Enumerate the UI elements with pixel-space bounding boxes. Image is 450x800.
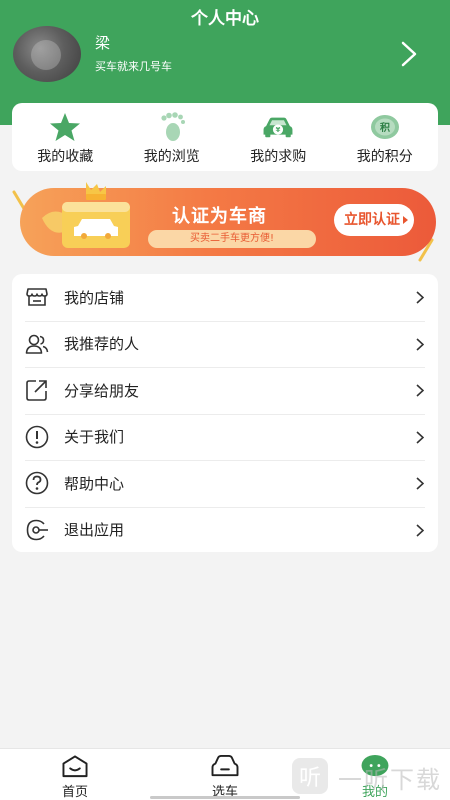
- menu-label: 我推荐的人: [64, 335, 140, 354]
- menu-label: 我的店铺: [64, 288, 125, 307]
- banner-title: 认证为车商: [172, 206, 267, 227]
- user-slogan: 买车就来几号车: [95, 60, 172, 73]
- star-icon: [50, 113, 81, 141]
- quick-label: 我的求购: [250, 149, 307, 165]
- quick-item-wanted[interactable]: ¥ 我的求购: [225, 103, 332, 171]
- chevron-right-icon: [416, 384, 424, 397]
- quick-label: 我的浏览: [143, 149, 200, 165]
- tab-label: 我的: [361, 785, 388, 800]
- profile-icon: [361, 754, 389, 777]
- certify-button[interactable]: 立即认证: [334, 204, 414, 236]
- car-front-icon: [211, 754, 239, 777]
- crowned-car-box-icon: [42, 182, 130, 248]
- menu-label: 退出应用: [64, 521, 125, 540]
- tab-label: 首页: [61, 785, 88, 800]
- chevron-right-icon[interactable]: [398, 40, 420, 68]
- tab-choose-car[interactable]: 选车: [150, 749, 300, 800]
- footprint-icon: [161, 112, 185, 141]
- help-icon: [25, 471, 49, 495]
- bottom-tab-bar: 首页 选车 我的: [0, 748, 450, 800]
- people-icon: [25, 334, 49, 354]
- logout-icon: [26, 519, 48, 540]
- car-yen-icon: ¥: [263, 117, 293, 138]
- chevron-right-icon: [416, 477, 424, 490]
- menu-list: 我的店铺 我推荐的人 分享给朋友 关于我们 帮助中心 退出应用: [12, 274, 438, 552]
- chevron-right-icon: [416, 523, 424, 537]
- quick-actions-card: 我的收藏 我的浏览 ¥ 我的求购 积 我的积分: [12, 103, 438, 171]
- home-icon: [62, 755, 88, 778]
- avatar[interactable]: [13, 26, 81, 82]
- play-triangle-icon: [403, 216, 408, 224]
- share-icon: [26, 380, 47, 401]
- quick-label: 我的积分: [356, 149, 413, 165]
- menu-item-about[interactable]: 关于我们: [12, 413, 438, 461]
- menu-item-referrals[interactable]: 我推荐的人: [12, 320, 438, 368]
- certify-button-label: 立即认证: [344, 212, 400, 228]
- quick-item-points[interactable]: 积 我的积分: [332, 103, 439, 171]
- chevron-right-icon: [416, 430, 424, 444]
- menu-label: 分享给朋友: [64, 381, 140, 400]
- svg-text:积: 积: [380, 121, 390, 134]
- tab-home[interactable]: 首页: [0, 749, 150, 800]
- menu-label: 帮助中心: [64, 474, 125, 493]
- tab-mine[interactable]: 我的: [300, 749, 450, 800]
- svg-text:¥: ¥: [276, 126, 281, 134]
- store-icon: [26, 288, 48, 306]
- quick-item-history[interactable]: 我的浏览: [119, 103, 226, 171]
- menu-item-logout[interactable]: 退出应用: [12, 506, 438, 554]
- menu-item-help[interactable]: 帮助中心: [12, 460, 438, 507]
- menu-label: 关于我们: [64, 428, 125, 447]
- home-indicator: [150, 796, 300, 799]
- menu-item-my-store[interactable]: 我的店铺: [12, 274, 438, 321]
- user-name: 梁: [95, 34, 111, 52]
- chevron-right-icon: [416, 337, 424, 351]
- menu-item-share[interactable]: 分享给朋友: [12, 367, 438, 414]
- points-icon: 积: [370, 115, 399, 139]
- quick-label: 我的收藏: [37, 149, 94, 165]
- chevron-right-icon: [416, 291, 424, 304]
- dealer-certify-banner[interactable]: 认证为车商 买卖二手车更方便! 立即认证: [12, 182, 438, 262]
- banner-subtitle: 买卖二手车更方便!: [148, 230, 316, 248]
- quick-item-favorites[interactable]: 我的收藏: [12, 103, 119, 171]
- page-title: 个人中心: [191, 9, 259, 29]
- info-icon: [25, 425, 49, 448]
